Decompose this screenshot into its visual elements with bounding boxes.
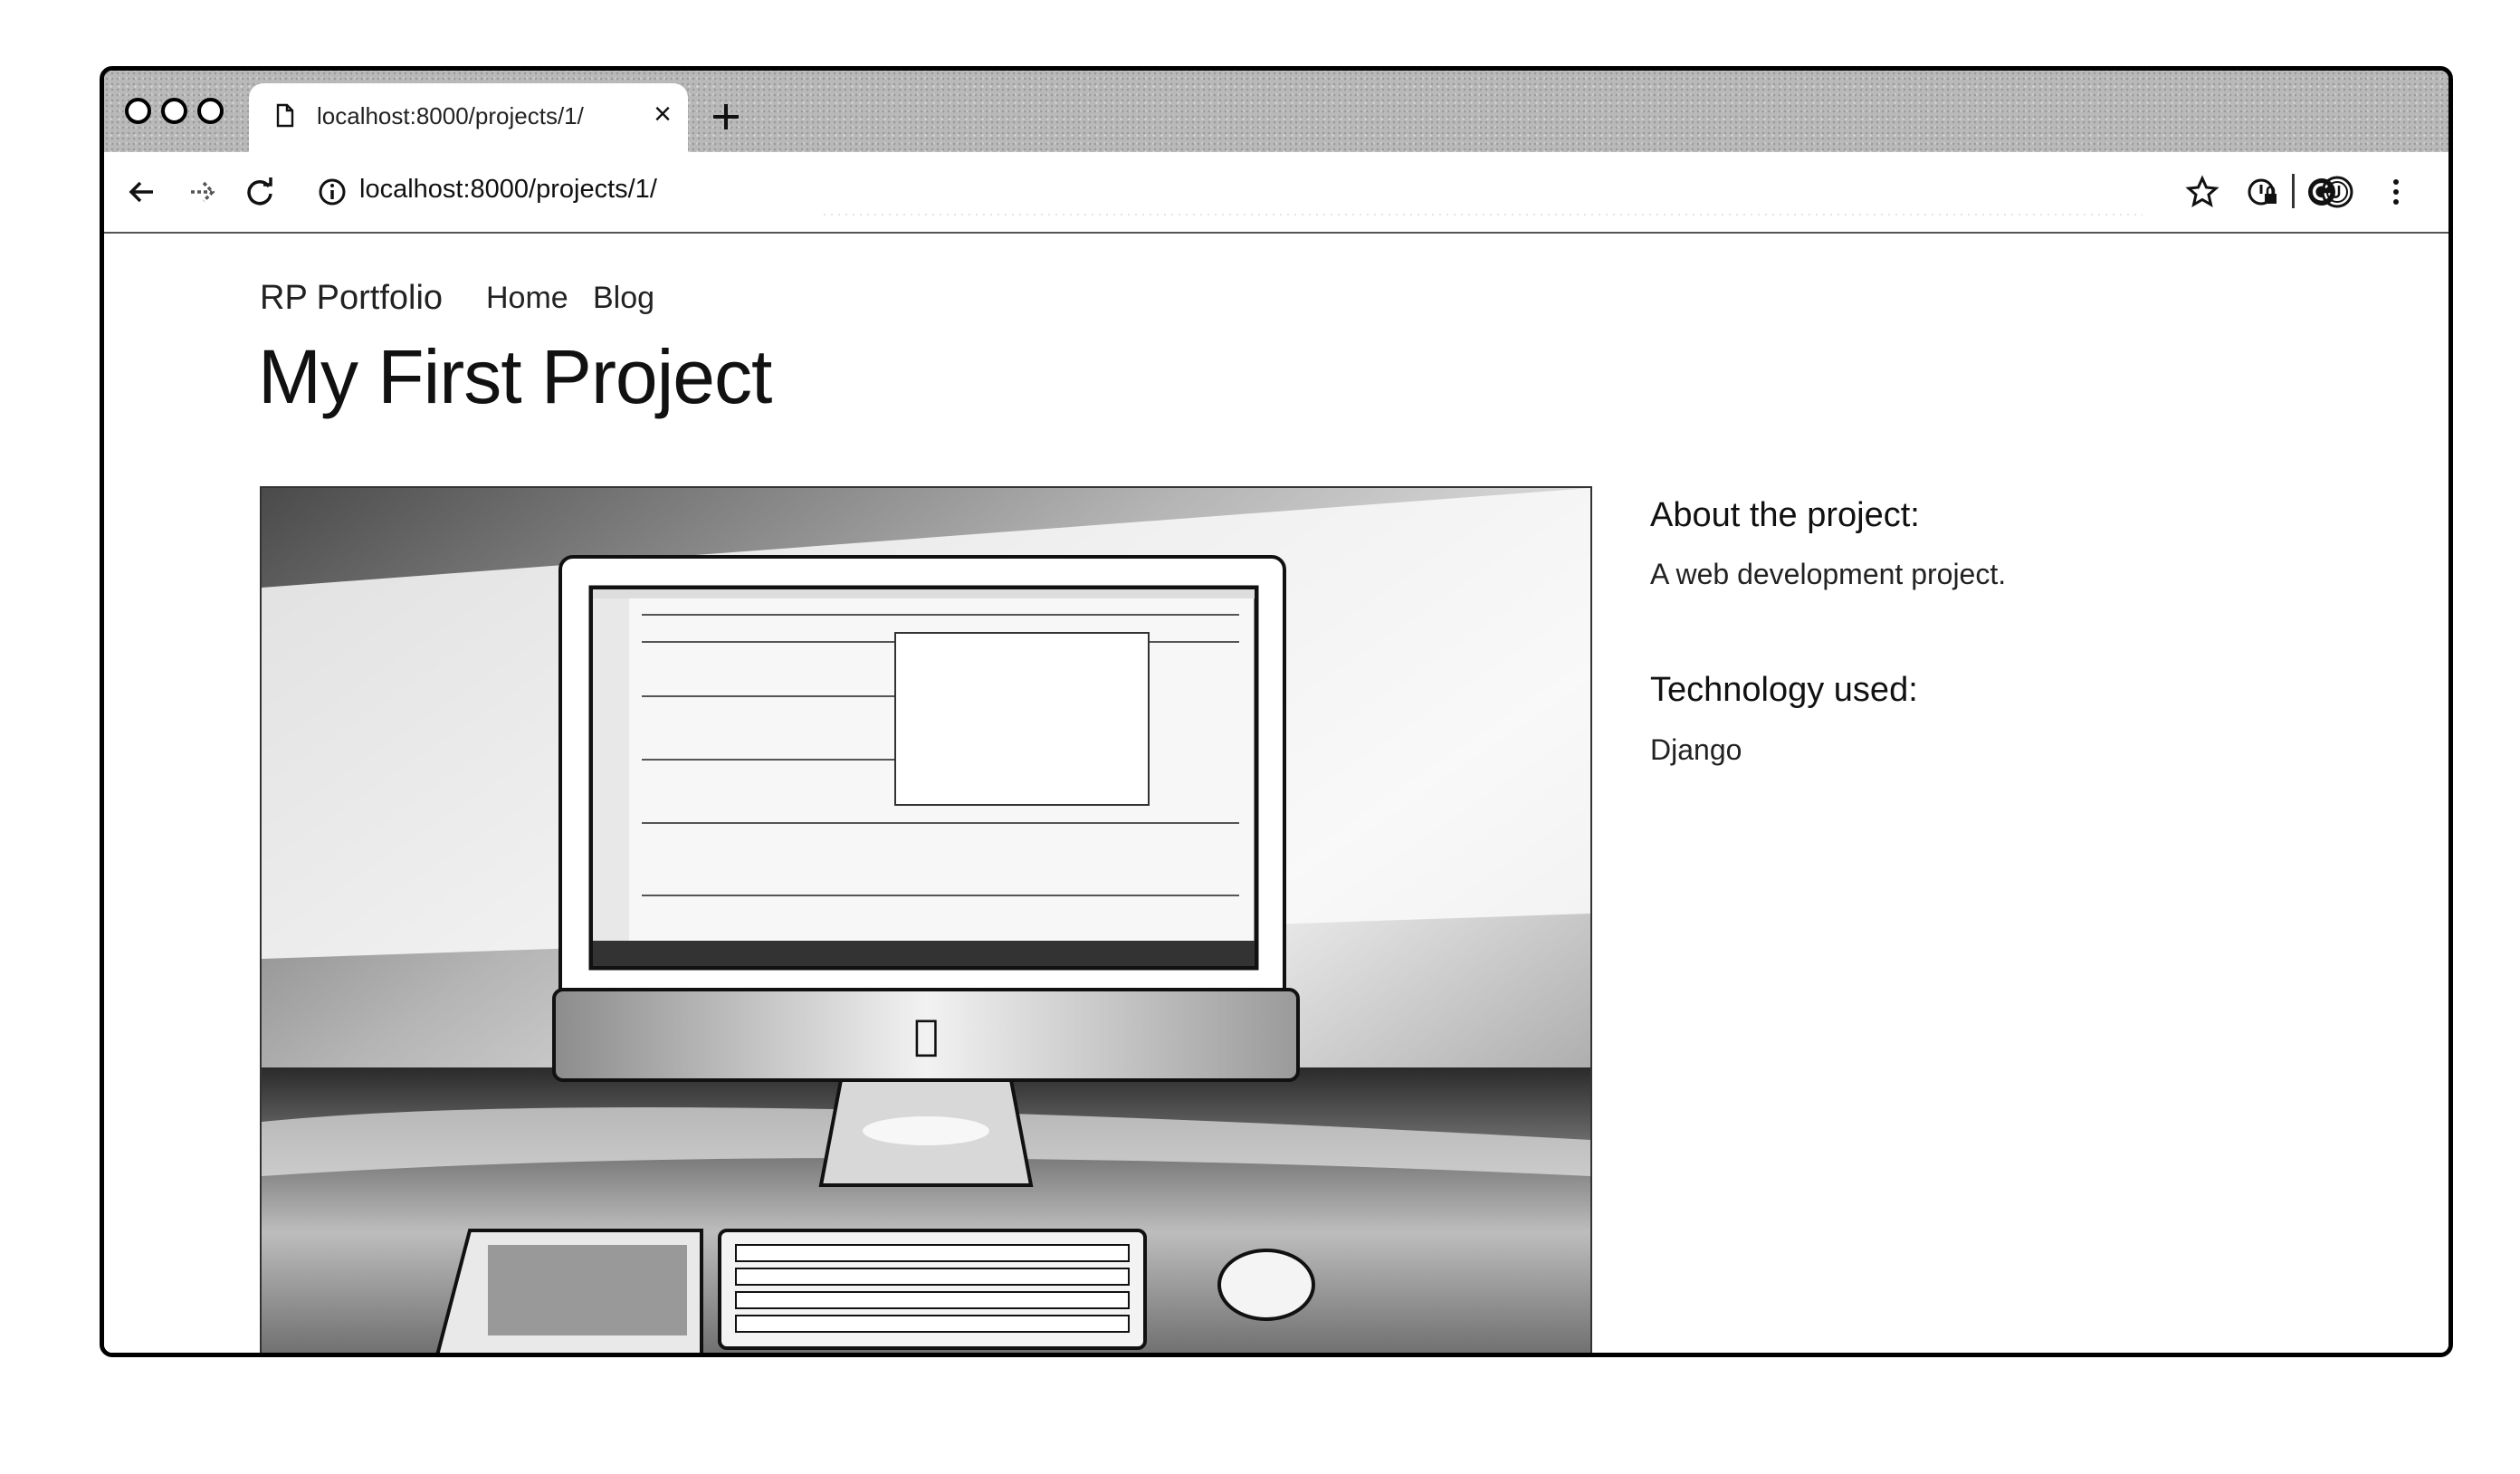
page-title: My First Project <box>258 334 772 419</box>
about-heading: About the project: <box>1650 496 1920 534</box>
minimize-window-button[interactable] <box>161 98 187 124</box>
nav-blog-link[interactable]: Blog <box>593 281 654 316</box>
toolbar-divider <box>2292 174 2295 208</box>
close-icon[interactable]: × <box>649 99 676 129</box>
browser-toolbar: localhost:8000/projects/1/ <box>104 152 2448 234</box>
maximize-window-button[interactable] <box>197 98 224 124</box>
address-bar[interactable]: localhost:8000/projects/1/ <box>314 152 2170 232</box>
technology-value: Django <box>1650 733 1742 766</box>
back-arrow-icon[interactable] <box>124 174 160 210</box>
forward-arrow-icon[interactable] <box>184 174 220 210</box>
project-image:  <box>260 486 1592 1353</box>
plus-icon[interactable] <box>709 100 743 134</box>
svg-text::  <box>913 1010 939 1059</box>
kebab-menu-icon[interactable] <box>2378 174 2414 210</box>
tab-title: localhost:8000/projects/1/ <box>317 102 584 129</box>
tab-strip: localhost:8000/projects/1/ × <box>104 71 2448 154</box>
browser-window: localhost:8000/projects/1/ × localhost:8… <box>100 66 2453 1357</box>
project-description: A web development project. <box>1650 558 2007 590</box>
star-icon[interactable] <box>2184 174 2220 210</box>
reload-icon[interactable] <box>242 174 278 210</box>
technology-heading: Technology used: <box>1650 671 1918 709</box>
url-text[interactable]: localhost:8000/projects/1/ <box>359 175 657 205</box>
info-icon[interactable] <box>314 174 350 210</box>
close-window-button[interactable] <box>125 98 151 124</box>
profile-avatar-icon[interactable] <box>2319 174 2355 210</box>
address-bar-underline <box>821 214 2143 215</box>
extension-lock-icon[interactable] <box>2245 174 2281 210</box>
nav-home-link[interactable]: Home <box>486 281 568 316</box>
page-icon <box>276 103 294 128</box>
brand-link[interactable]: RP Portfolio <box>260 279 443 318</box>
page-content: RP Portfolio Home Blog My First Project <box>104 234 2448 1353</box>
browser-tab[interactable]: localhost:8000/projects/1/ × <box>249 83 688 154</box>
